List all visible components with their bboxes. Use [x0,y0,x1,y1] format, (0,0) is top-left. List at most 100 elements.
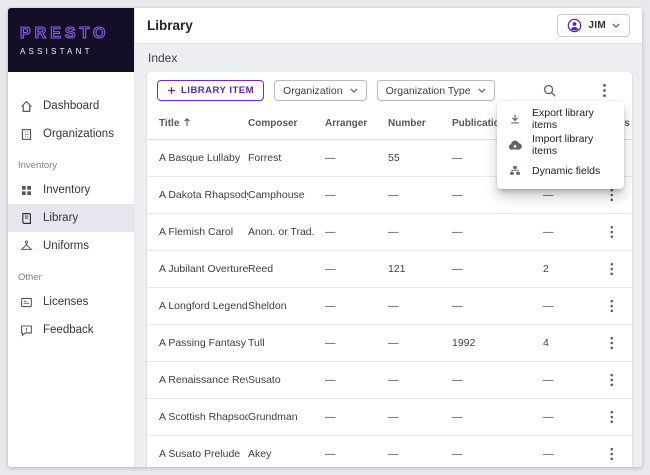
cell-number: — [388,398,452,435]
index-label: Index [148,52,632,65]
sidebar-item-dashboard[interactable]: Dashboard [8,92,134,120]
cell-publication-date: — [452,361,543,398]
sidebar-item-inventory[interactable]: Inventory [8,176,134,204]
sidebar-item-label: Licenses [43,296,88,308]
table-row[interactable]: A Flemish Carol Anon. or Trad. — — — — [147,213,632,250]
cell-quantity: 2 [543,250,591,287]
sidebar-item-uniforms[interactable]: Uniforms [8,232,134,260]
kebab-icon [610,336,614,350]
cell-publication-date: 1992 [452,324,543,361]
sidebar-item-feedback[interactable]: Feedback [8,316,134,344]
table-row[interactable]: A Passing Fantasy Tull — — 1992 4 [147,324,632,361]
building-icon [20,128,33,141]
sidebar-item-label: Dashboard [43,100,99,112]
sidebar-item-label: Feedback [43,324,94,336]
kebab-icon [610,410,614,424]
row-actions-button[interactable] [602,333,622,353]
cell-arranger: — [325,435,388,467]
table-row[interactable]: A Renaissance Revel Susato — — — — [147,361,632,398]
chevron-down-icon [478,88,486,93]
kebab-icon [610,225,614,239]
organization-filter-label: Organization [283,85,343,97]
table-row[interactable]: A Longford Legend Sheldon — — — — [147,287,632,324]
kebab-icon [610,262,614,276]
table-overflow-menu-button[interactable] [597,83,612,98]
cell-composer: Tull [248,324,325,361]
cell-number: 121 [388,250,452,287]
organization-filter[interactable]: Organization [274,80,367,101]
row-actions-button[interactable] [602,444,622,464]
cell-number: — [388,324,452,361]
cell-composer: Susato [248,361,325,398]
header-composer[interactable]: Composer [248,109,325,139]
menu-item-export-library-items[interactable]: Export library items [497,106,624,132]
organization-type-filter-label: Organization Type [386,85,471,97]
dynamic-fields-icon [508,165,522,177]
organization-type-filter[interactable]: Organization Type [377,80,495,101]
cell-title: A Jubilant Overture [147,250,248,287]
cell-composer: Reed [248,250,325,287]
hanger-icon [20,240,33,253]
header-title[interactable]: Title [147,109,248,139]
row-actions-button[interactable] [602,296,622,316]
row-actions-button[interactable] [602,370,622,390]
kebab-icon [610,447,614,461]
cell-quantity: — [543,287,591,324]
table-row[interactable]: A Jubilant Overture Reed — 121 — 2 [147,250,632,287]
user-menu-button[interactable]: JIM [557,14,630,37]
home-icon [20,100,33,113]
cell-title: A Renaissance Revel [147,361,248,398]
license-icon [20,296,33,309]
cell-composer: Grundman [248,398,325,435]
header-arranger[interactable]: Arranger [325,109,388,139]
cell-title: A Scottish Rhapsody [147,398,248,435]
add-library-item-button[interactable]: LIBRARY ITEM [157,80,264,101]
kebab-icon [610,373,614,387]
cell-arranger: — [325,250,388,287]
cell-number: — [388,176,452,213]
sidebar-item-label: Library [43,212,78,224]
cell-publication-date: — [452,398,543,435]
menu-item-label: Export library items [532,107,613,131]
app-window: PRESTO ASSISTANT Dashboard Organizations… [8,8,642,467]
download-icon [508,113,522,125]
kebab-icon [610,188,614,202]
row-actions-button[interactable] [602,222,622,242]
menu-item-label: Dynamic fields [532,165,600,177]
menu-item-import-library-items[interactable]: Import library items [497,132,624,158]
search-button[interactable] [542,83,557,98]
sort-asc-icon [183,117,191,130]
table-row[interactable]: A Susato Prelude Akey — — — — [147,435,632,467]
cell-title: A Susato Prelude [147,435,248,467]
sidebar-item-organizations[interactable]: Organizations [8,120,134,148]
row-actions-button[interactable] [602,259,622,279]
cell-composer: Camphouse [248,176,325,213]
sidebar-item-library[interactable]: Library [8,204,134,232]
cloud-upload-icon [508,139,522,151]
sidebar-section-other: Other [8,260,134,288]
cell-quantity: — [543,361,591,398]
menu-item-label: Import library items [532,133,613,157]
sidebar: PRESTO ASSISTANT Dashboard Organizations… [8,8,135,467]
cell-quantity: — [543,435,591,467]
cell-title: A Flemish Carol [147,213,248,250]
sidebar-item-licenses[interactable]: Licenses [8,288,134,316]
cell-composer: Forrest [248,139,325,176]
grid-icon [20,184,33,197]
brand-logo[interactable]: PRESTO ASSISTANT [8,8,134,72]
cell-title: A Longford Legend [147,287,248,324]
cell-arranger: — [325,213,388,250]
cell-arranger: — [325,139,388,176]
kebab-icon [597,83,612,98]
menu-item-dynamic-fields[interactable]: Dynamic fields [497,158,624,184]
table-overflow-menu: Export library items Import library item… [497,101,624,189]
cell-quantity: 4 [543,324,591,361]
table-row[interactable]: A Scottish Rhapsody Grundman — — — — [147,398,632,435]
chevron-down-icon [350,88,358,93]
cell-arranger: — [325,398,388,435]
header-number[interactable]: Number [388,109,452,139]
search-icon [542,83,557,98]
row-actions-button[interactable] [602,407,622,427]
sidebar-item-label: Organizations [43,128,114,140]
cell-number: — [388,435,452,467]
